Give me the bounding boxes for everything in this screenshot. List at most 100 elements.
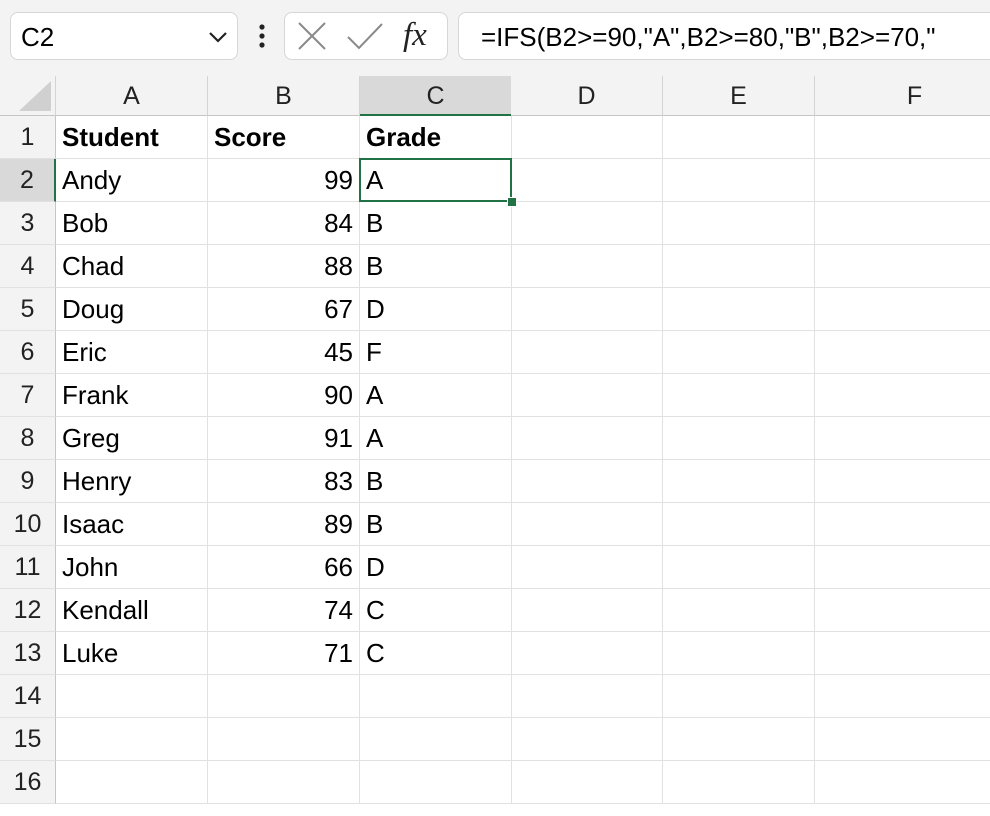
cell-c16[interactable] [360,761,512,804]
cell-f10[interactable] [815,503,990,546]
cell-b15[interactable] [208,718,360,761]
cell-a5[interactable]: Doug [56,288,208,331]
cell-b10[interactable]: 89 [208,503,360,546]
cell-c8[interactable]: A [360,417,512,460]
cell-e3[interactable] [663,202,815,245]
column-header-f[interactable]: F [815,76,990,116]
cell-c12[interactable]: C [360,589,512,632]
cell-d6[interactable] [511,331,663,374]
cell-d9[interactable] [511,460,663,503]
cell-b3[interactable]: 84 [208,202,360,245]
formula-input[interactable]: =IFS(B2>=90,"A",B2>=80,"B",B2>=70," [458,12,990,60]
row-header-6[interactable]: 6 [0,331,56,374]
cell-f5[interactable] [815,288,990,331]
cell-b1[interactable]: Score [208,116,360,159]
cell-c6[interactable]: F [360,331,512,374]
cell-f9[interactable] [815,460,990,503]
column-header-b[interactable]: B [208,76,360,116]
row-header-4[interactable]: 4 [0,245,56,288]
cell-b12[interactable]: 74 [208,589,360,632]
cell-f1[interactable] [815,116,990,159]
cell-e14[interactable] [663,675,815,718]
cell-b13[interactable]: 71 [208,632,360,675]
cell-c11[interactable]: D [360,546,512,589]
cell-e5[interactable] [663,288,815,331]
cell-e16[interactable] [663,761,815,804]
cell-a7[interactable]: Frank [56,374,208,417]
cell-e7[interactable] [663,374,815,417]
cell-c1[interactable]: Grade [360,116,512,159]
cell-e15[interactable] [663,718,815,761]
fill-handle[interactable] [507,197,517,207]
cell-d4[interactable] [511,245,663,288]
cell-b6[interactable]: 45 [208,331,360,374]
cell-d10[interactable] [511,503,663,546]
cell-f13[interactable] [815,632,990,675]
cell-a3[interactable]: Bob [56,202,208,245]
column-header-e[interactable]: E [663,76,815,116]
row-header-13[interactable]: 13 [0,632,56,675]
cell-e4[interactable] [663,245,815,288]
row-header-7[interactable]: 7 [0,374,56,417]
cell-a8[interactable]: Greg [56,417,208,460]
cell-e8[interactable] [663,417,815,460]
formula-text[interactable]: =IFS(B2>=90,"A",B2>=80,"B",B2>=70," [481,22,936,52]
cell-a1[interactable]: Student [56,116,208,159]
cell-e11[interactable] [663,546,815,589]
row-header-2[interactable]: 2 [0,159,56,202]
select-all-button[interactable] [0,76,56,116]
cell-d12[interactable] [511,589,663,632]
cell-d13[interactable] [511,632,663,675]
cell-f6[interactable] [815,331,990,374]
row-header-8[interactable]: 8 [0,417,56,460]
vertical-ellipsis-icon[interactable] [250,14,274,58]
cell-b16[interactable] [208,761,360,804]
name-box[interactable]: C2 [10,12,238,60]
close-icon[interactable] [295,21,329,51]
cell-f12[interactable] [815,589,990,632]
cell-b2[interactable]: 99 [208,159,360,202]
row-header-16[interactable]: 16 [0,761,56,804]
cell-d7[interactable] [511,374,663,417]
cell-a13[interactable]: Luke [56,632,208,675]
cell-b4[interactable]: 88 [208,245,360,288]
row-header-11[interactable]: 11 [0,546,56,589]
name-box-value[interactable]: C2 [21,22,54,52]
cell-c9[interactable]: B [360,460,512,503]
cell-a4[interactable]: Chad [56,245,208,288]
cell-b8[interactable]: 91 [208,417,360,460]
cell-c7[interactable]: A [360,374,512,417]
cell-c4[interactable]: B [360,245,512,288]
cell-f4[interactable] [815,245,990,288]
cell-d3[interactable] [511,202,663,245]
cell-a14[interactable] [56,675,208,718]
cell-e6[interactable] [663,331,815,374]
cell-e2[interactable] [663,159,815,202]
column-header-a[interactable]: A [56,76,208,116]
cell-b5[interactable]: 67 [208,288,360,331]
column-header-c[interactable]: C [360,76,512,116]
cell-f3[interactable] [815,202,990,245]
row-header-5[interactable]: 5 [0,288,56,331]
cell-d8[interactable] [511,417,663,460]
column-header-d[interactable]: D [511,76,663,116]
cell-a9[interactable]: Henry [56,460,208,503]
cell-d15[interactable] [511,718,663,761]
cell-f16[interactable] [815,761,990,804]
cell-c2[interactable]: A [360,159,512,202]
cell-a15[interactable] [56,718,208,761]
cell-d1[interactable] [511,116,663,159]
row-header-12[interactable]: 12 [0,589,56,632]
cell-e9[interactable] [663,460,815,503]
cell-d11[interactable] [511,546,663,589]
cell-f2[interactable] [815,159,990,202]
cell-c10[interactable]: B [360,503,512,546]
cell-c3[interactable]: B [360,202,512,245]
cell-a12[interactable]: Kendall [56,589,208,632]
cell-f7[interactable] [815,374,990,417]
cell-a16[interactable] [56,761,208,804]
row-header-10[interactable]: 10 [0,503,56,546]
cell-d14[interactable] [511,675,663,718]
cell-f8[interactable] [815,417,990,460]
cell-a2[interactable]: Andy [56,159,208,202]
